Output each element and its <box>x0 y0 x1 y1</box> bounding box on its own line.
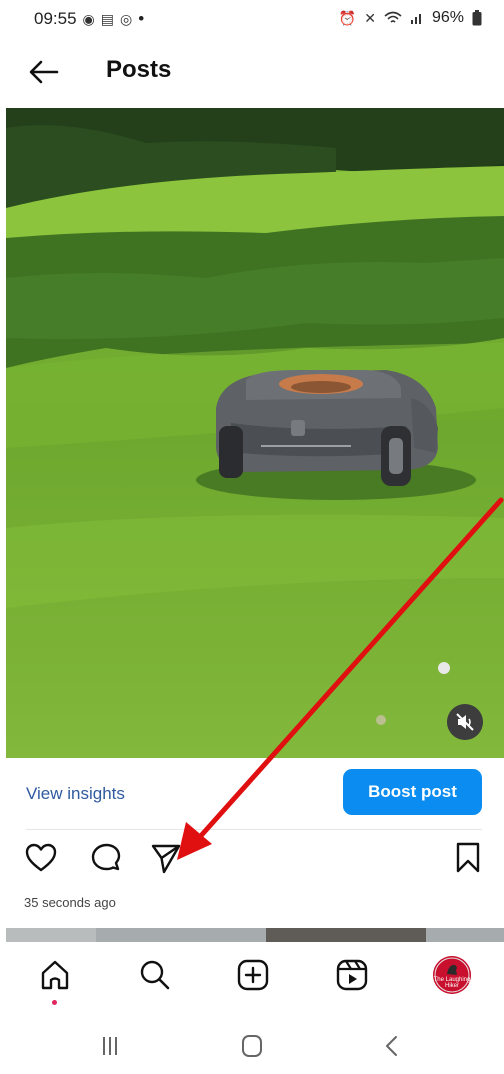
signal-icon <box>410 14 421 24</box>
system-nav-bar <box>0 1016 504 1074</box>
lawn-mower-image <box>6 108 504 758</box>
home-notification-dot <box>52 1000 57 1005</box>
status-time: 09:55 <box>34 9 77 28</box>
profile-avatar[interactable]: The Laughing Hiker <box>433 956 471 994</box>
search-icon[interactable] <box>138 958 172 992</box>
like-heart-icon[interactable] <box>24 841 58 875</box>
home-button-icon[interactable] <box>237 1034 267 1058</box>
back-button-icon[interactable] <box>377 1034 407 1058</box>
status-bar: 09:55 ◉ ▤ ◎ • ⏰ ✕ 96% <box>0 0 504 40</box>
status-right: ⏰ ✕ 96% <box>339 9 482 27</box>
post-video[interactable] <box>6 108 504 758</box>
instagram-icon: ◎ <box>120 10 133 27</box>
bottom-nav: The Laughing Hiker <box>0 942 504 1008</box>
page-title: Posts <box>106 56 172 83</box>
app-header: Posts <box>0 48 504 96</box>
status-dot: • <box>138 9 145 28</box>
share-send-icon[interactable] <box>149 841 183 875</box>
location-icon: ◉ <box>82 10 95 27</box>
recent-apps-icon[interactable] <box>95 1034 125 1058</box>
comment-icon[interactable] <box>89 841 123 875</box>
battery-icon <box>472 10 482 26</box>
status-left: 09:55 ◉ ▤ ◎ • <box>34 9 144 29</box>
view-insights-link[interactable]: View insights <box>26 784 125 804</box>
create-post-icon[interactable] <box>236 958 270 992</box>
home-icon[interactable] <box>38 958 72 992</box>
reels-icon[interactable] <box>335 958 369 992</box>
avatar-text: The Laughing Hiker <box>433 977 471 989</box>
mute-icon: ✕ <box>364 9 376 26</box>
next-post-image <box>6 928 504 942</box>
bookmark-icon[interactable] <box>451 841 485 875</box>
news-icon: ▤ <box>100 10 114 27</box>
boost-post-button[interactable]: Boost post <box>343 769 482 815</box>
divider <box>26 829 482 830</box>
wifi-icon <box>384 11 402 23</box>
back-arrow-icon[interactable] <box>26 54 62 90</box>
next-post-preview[interactable] <box>6 928 504 942</box>
alarm-icon: ⏰ <box>338 9 357 26</box>
mute-video-icon[interactable] <box>447 704 483 740</box>
battery-percent: 96% <box>431 9 464 26</box>
post-timestamp: 35 seconds ago <box>24 895 116 910</box>
